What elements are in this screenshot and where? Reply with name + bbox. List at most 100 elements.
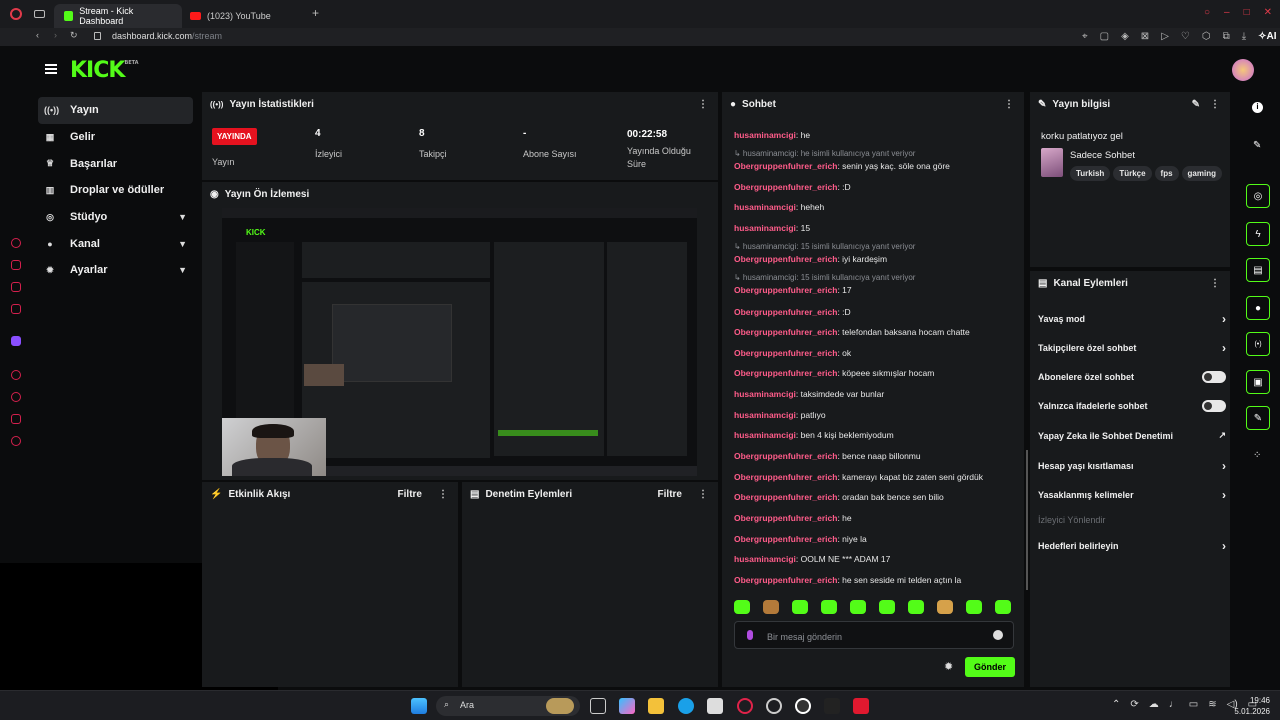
chat-message[interactable]: Obergruppenfuhrer_erich: he	[734, 513, 852, 523]
sidebar-item-ayarlar[interactable]: ✹ Ayarlar ▼	[38, 257, 193, 284]
tool-bolt[interactable]: ϟ	[1246, 222, 1270, 246]
forward-icon[interactable]: ›	[54, 30, 57, 40]
chat-username[interactable]: Obergruppenfuhrer_erich	[734, 492, 837, 502]
filter-button[interactable]: Filtre	[658, 489, 682, 500]
chat-message[interactable]: Obergruppenfuhrer_erich: niye la	[734, 534, 867, 544]
browser-logo-icon[interactable]	[10, 8, 22, 20]
chat-username[interactable]: Obergruppenfuhrer_erich	[734, 534, 837, 544]
new-tab-plus-icon[interactable]: +	[312, 6, 319, 20]
chat-message[interactable]: husaminamcigi: OOLM NE *** ADAM 17	[734, 554, 890, 564]
tab-kick-dashboard[interactable]: Stream - Kick Dashboard	[54, 3, 182, 28]
ai-icon[interactable]: ✧AI	[1258, 31, 1276, 42]
maximize-icon[interactable]: □	[1244, 7, 1250, 18]
emote-icon[interactable]	[879, 600, 895, 614]
emoji-icon[interactable]	[993, 630, 1003, 640]
chat-message[interactable]: Obergruppenfuhrer_erich: kamerayı kapat …	[734, 472, 983, 482]
tag[interactable]: fps	[1154, 166, 1179, 181]
chat-message[interactable]: Obergruppenfuhrer_erich: :D	[734, 182, 851, 192]
windows-start-icon[interactable]	[411, 698, 427, 714]
edit-icon[interactable]: ✎	[1192, 99, 1200, 110]
chat-message[interactable]: Obergruppenfuhrer_erich: :D	[734, 307, 851, 317]
sidebar-item-studyo[interactable]: ◎ Stüdyo ▼	[38, 204, 193, 231]
hamburger-menu-icon[interactable]	[45, 64, 57, 74]
search-icon[interactable]: ○	[1204, 7, 1210, 18]
heart-icon[interactable]: ♡	[1181, 31, 1190, 42]
chat-username[interactable]: Obergruppenfuhrer_erich	[734, 348, 837, 358]
emote-icon[interactable]	[908, 600, 924, 614]
chat-message[interactable]: husaminamcigi: 15	[734, 223, 810, 233]
obs-icon[interactable]	[795, 698, 811, 714]
rail-icon[interactable]	[11, 238, 21, 248]
rail-icon[interactable]	[11, 392, 21, 402]
sidebar-item-yayin[interactable]: ((•)) Yayın	[38, 97, 193, 124]
emote-icon[interactable]	[937, 600, 953, 614]
copilot-icon[interactable]	[619, 698, 635, 714]
clock[interactable]: 19:46 5.01.2026	[1232, 695, 1270, 717]
toggle-switch[interactable]	[1202, 400, 1226, 412]
back-icon[interactable]: ‹	[36, 30, 39, 40]
rail-icon[interactable]	[11, 336, 21, 346]
send-button[interactable]: Gönder	[965, 657, 1015, 677]
tool-broadcast[interactable]: (•)	[1246, 332, 1270, 356]
chat-username[interactable]: husaminamcigi	[734, 389, 796, 399]
minimize-icon[interactable]: –	[1224, 7, 1230, 18]
action-ifade-sohbet[interactable]: Yalnızca ifadelerle sohbet	[1038, 400, 1226, 412]
more-icon[interactable]: ⋮	[438, 489, 448, 500]
emote-icon[interactable]	[763, 600, 779, 614]
chat-username[interactable]: Obergruppenfuhrer_erich	[734, 254, 837, 264]
chat-message[interactable]: Obergruppenfuhrer_erich: iyi kardeşim	[734, 254, 887, 264]
edge-icon[interactable]	[678, 698, 694, 714]
chat-message[interactable]: Obergruppenfuhrer_erich: 17	[734, 285, 852, 295]
chat-username[interactable]: Obergruppenfuhrer_erich	[734, 327, 837, 337]
emote-icon[interactable]	[966, 600, 982, 614]
emote-icon[interactable]	[821, 600, 837, 614]
mic-icon[interactable]	[747, 630, 753, 640]
chat-username[interactable]: husaminamcigi	[734, 430, 796, 440]
download-icon[interactable]: ⤓	[1242, 31, 1246, 42]
chat-username[interactable]: Obergruppenfuhrer_erich	[734, 182, 837, 192]
chat-message[interactable]: Obergruppenfuhrer_erich: he sen seside m…	[734, 575, 961, 585]
tag[interactable]: Turkish	[1070, 166, 1111, 181]
chat-message[interactable]: Obergruppenfuhrer_erich: oradan bak benc…	[734, 492, 944, 502]
tool-eye[interactable]: ◎	[1246, 184, 1270, 208]
emote-icon[interactable]	[792, 600, 808, 614]
close-icon[interactable]: ⊠	[1141, 31, 1149, 42]
reload-icon[interactable]: ↻	[70, 30, 78, 41]
extensions-icon[interactable]: ⧉	[1223, 31, 1230, 42]
apps-icon[interactable]: ⁘	[1253, 450, 1261, 461]
emote-icon[interactable]	[734, 600, 750, 614]
chat-message[interactable]: Obergruppenfuhrer_erich: bence naap bill…	[734, 451, 921, 461]
chat-username[interactable]: husaminamcigi	[734, 554, 796, 564]
chat-username[interactable]: Obergruppenfuhrer_erich	[734, 451, 837, 461]
kick-logo[interactable]: KICKBETA	[70, 58, 139, 83]
tab-youtube[interactable]: (1023) YouTube	[180, 4, 281, 28]
explorer-icon[interactable]	[648, 698, 664, 714]
play-icon[interactable]: ▷	[1161, 31, 1169, 42]
more-icon[interactable]: ⋮	[698, 99, 708, 110]
chat-message[interactable]: husaminamcigi: patlıyo	[734, 410, 826, 420]
task-view-icon[interactable]	[590, 698, 606, 714]
tool-chat[interactable]: ●	[1246, 296, 1270, 320]
game-icon[interactable]	[824, 698, 840, 714]
shield-icon[interactable]: ◈	[1121, 31, 1129, 42]
more-icon[interactable]: ⋮	[1004, 99, 1014, 110]
chat-username[interactable]: husaminamcigi	[734, 130, 796, 140]
pencil-icon[interactable]: ✎	[1253, 140, 1261, 151]
rail-icon[interactable]	[11, 436, 21, 446]
rail-icon[interactable]	[11, 282, 21, 292]
action-abone-sohbet[interactable]: Abonelere özel sohbet	[1038, 371, 1226, 383]
store-icon[interactable]	[707, 698, 723, 714]
chat-username[interactable]: husaminamcigi	[734, 223, 796, 233]
chat-scrollbar[interactable]	[1026, 450, 1028, 590]
chat-message[interactable]: husaminamcigi: heheh	[734, 202, 824, 212]
more-icon[interactable]: ⋮	[1210, 99, 1220, 110]
more-icon[interactable]: ⋮	[698, 489, 708, 500]
action-yasakli-kelimeler[interactable]: Yasaklanmış kelimeler ›	[1038, 488, 1226, 502]
tab-list-icon[interactable]	[34, 10, 45, 18]
action-hedefler[interactable]: Hedefleri belirleyin ›	[1038, 539, 1226, 553]
close-icon[interactable]: ✕	[1264, 7, 1272, 18]
rail-icon[interactable]	[11, 304, 21, 314]
box-icon[interactable]: ⬡	[1202, 31, 1211, 42]
chat-username[interactable]: Obergruppenfuhrer_erich	[734, 472, 837, 482]
action-yavas-mod[interactable]: Yavaş mod ›	[1038, 312, 1226, 326]
